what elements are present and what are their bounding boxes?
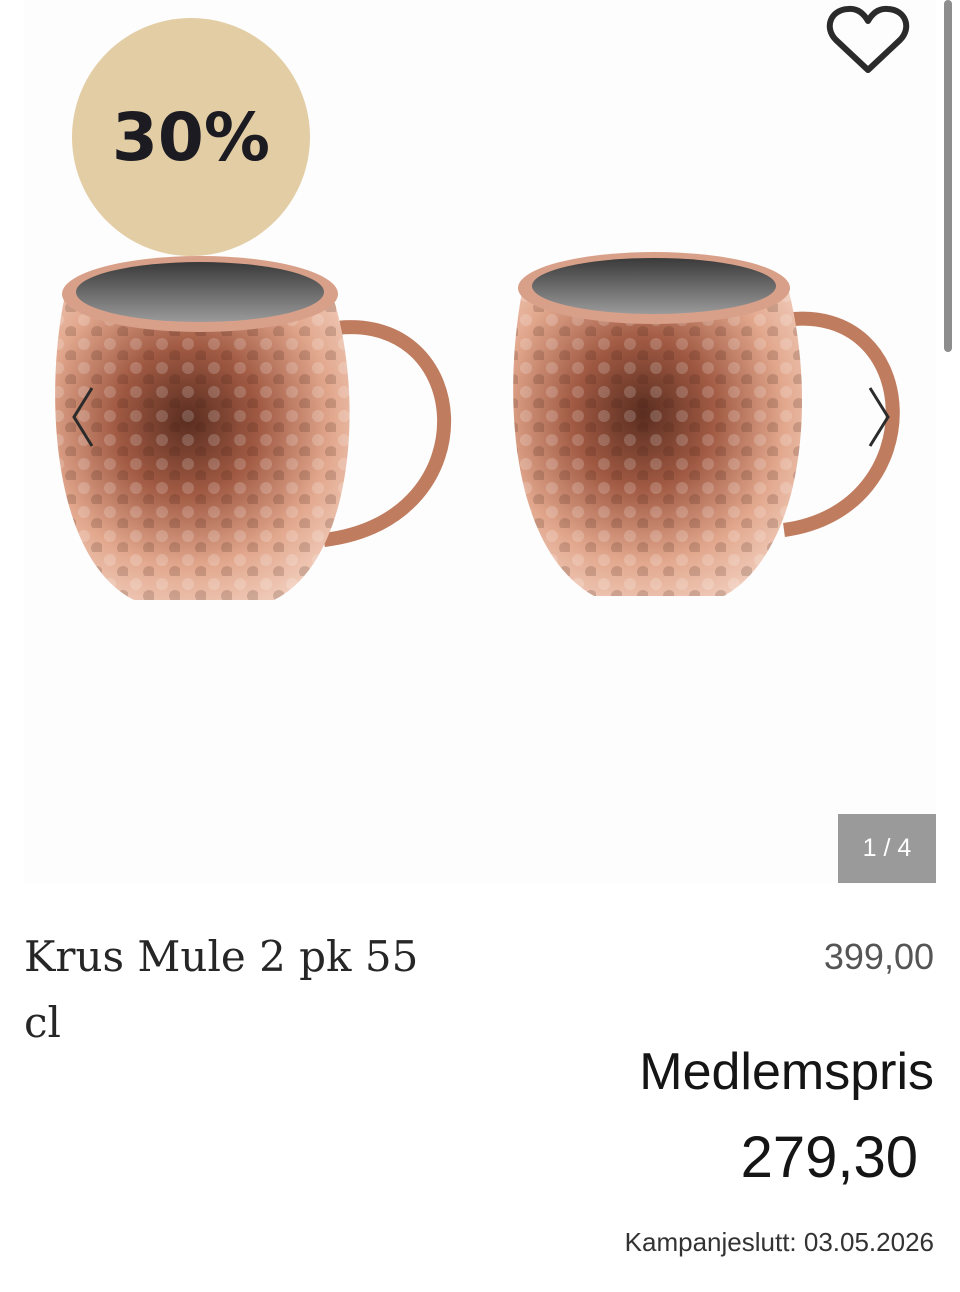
scrollbar[interactable] — [944, 0, 952, 352]
member-price-label: Medlemspris — [639, 1043, 934, 1101]
discount-badge: 30% — [72, 18, 310, 256]
product-gallery[interactable]: 30% 1 / 4 — [24, 0, 936, 884]
campaign-end-date: Kampanjeslutt: 03.05.2026 — [624, 1227, 934, 1257]
member-price: 279,30 — [740, 1125, 918, 1190]
old-price: 399,00 — [823, 936, 934, 977]
right-mug — [513, 252, 900, 596]
left-mug — [55, 256, 451, 600]
product-title: Krus Mule 2 pk 55 cl — [24, 932, 419, 1047]
chevron-left-icon[interactable] — [66, 382, 100, 452]
image-counter: 1 / 4 — [838, 814, 936, 883]
heart-icon[interactable] — [826, 4, 910, 78]
chevron-right-icon[interactable] — [862, 382, 896, 452]
